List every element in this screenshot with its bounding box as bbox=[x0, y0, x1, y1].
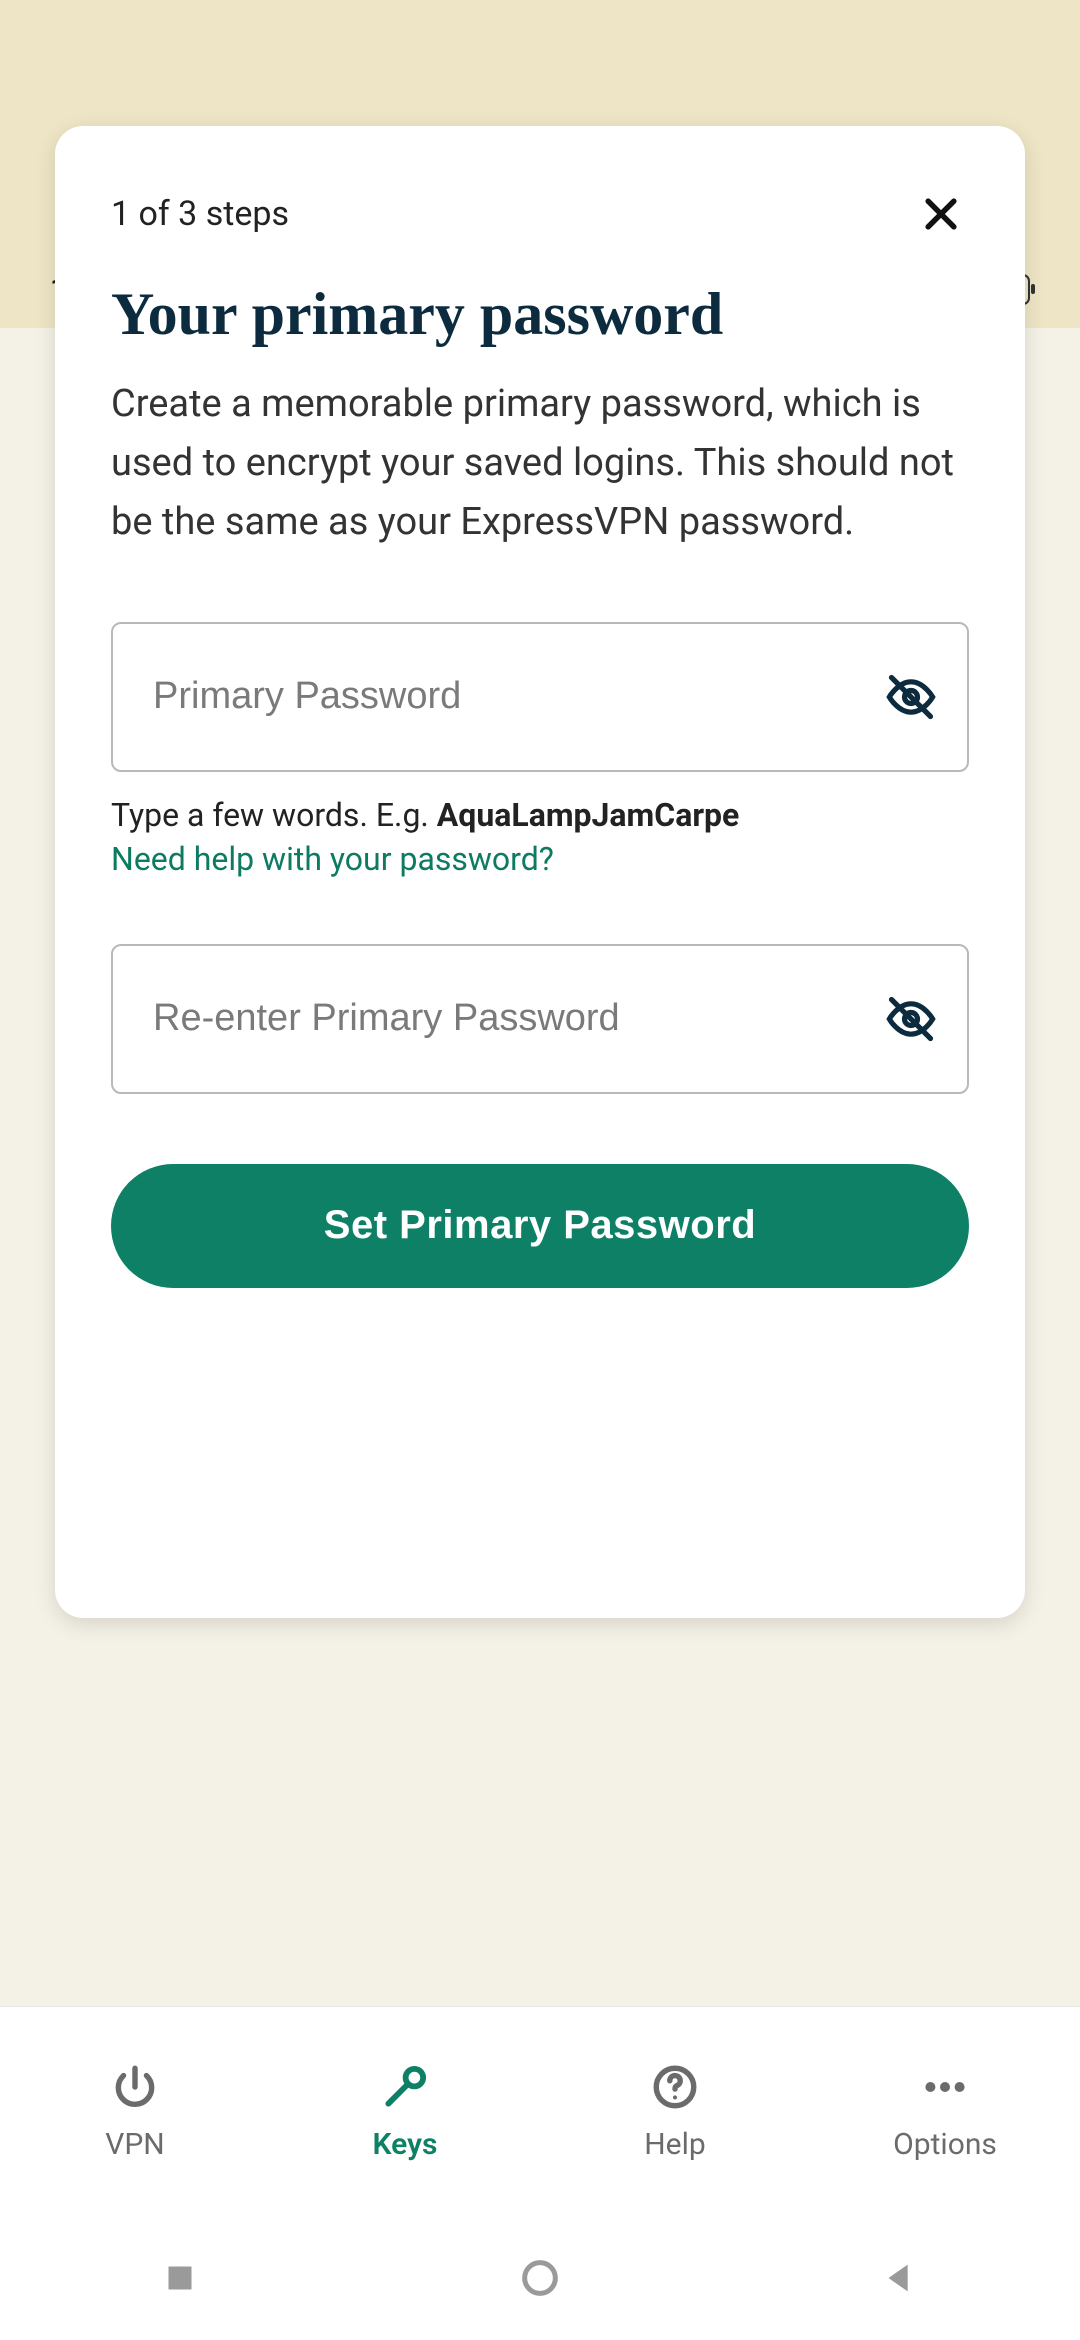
close-button[interactable] bbox=[913, 186, 969, 242]
eye-off-icon bbox=[885, 671, 937, 723]
page-description: Create a memorable primary password, whi… bbox=[111, 375, 969, 552]
reenter-password-input[interactable] bbox=[153, 997, 883, 1040]
nav-item-keys[interactable]: Keys bbox=[270, 2007, 540, 2216]
password-help-link[interactable]: Need help with your password? bbox=[111, 840, 969, 878]
set-primary-password-button[interactable]: Set Primary Password bbox=[111, 1164, 969, 1288]
nav-item-help[interactable]: Help bbox=[540, 2007, 810, 2216]
help-icon bbox=[649, 2061, 701, 2113]
nav-label-options: Options bbox=[893, 2127, 997, 2162]
nav-item-options[interactable]: Options bbox=[810, 2007, 1080, 2216]
password-hint: Type a few words. E.g. AquaLampJamCarpe bbox=[111, 796, 969, 834]
toggle-password-visibility[interactable] bbox=[883, 669, 939, 725]
more-icon bbox=[919, 2061, 971, 2113]
bottom-nav: VPN Keys Help Options bbox=[0, 2006, 1080, 2216]
password-field[interactable] bbox=[111, 622, 969, 772]
step-indicator: 1 of 3 steps bbox=[111, 194, 289, 234]
primary-password-input[interactable] bbox=[153, 675, 883, 718]
nav-label-help: Help bbox=[644, 2127, 705, 2162]
nav-label-vpn: VPN bbox=[105, 2127, 164, 2162]
key-icon bbox=[379, 2061, 431, 2113]
reenter-password-field[interactable] bbox=[111, 944, 969, 1094]
primary-password-card: 1 of 3 steps Your primary password Creat… bbox=[55, 126, 1025, 1618]
sys-home-button[interactable] bbox=[480, 2248, 600, 2308]
toggle-reenter-visibility[interactable] bbox=[883, 991, 939, 1047]
close-icon bbox=[919, 192, 963, 236]
password-field-wrap: Type a few words. E.g. AquaLampJamCarpe … bbox=[111, 622, 969, 878]
card-header-row: 1 of 3 steps bbox=[111, 186, 969, 242]
eye-off-icon bbox=[885, 993, 937, 1045]
sys-recent-button[interactable] bbox=[120, 2248, 240, 2308]
nav-label-keys: Keys bbox=[373, 2127, 438, 2162]
system-nav-bar bbox=[0, 2216, 1080, 2340]
power-icon bbox=[109, 2061, 161, 2113]
nav-item-vpn[interactable]: VPN bbox=[0, 2007, 270, 2216]
page-title: Your primary password bbox=[111, 280, 969, 349]
reenter-field-wrap bbox=[111, 944, 969, 1094]
hint-example: AquaLampJamCarpe bbox=[437, 796, 740, 834]
hint-prefix: Type a few words. E.g. bbox=[111, 796, 437, 834]
sys-back-button[interactable] bbox=[840, 2248, 960, 2308]
